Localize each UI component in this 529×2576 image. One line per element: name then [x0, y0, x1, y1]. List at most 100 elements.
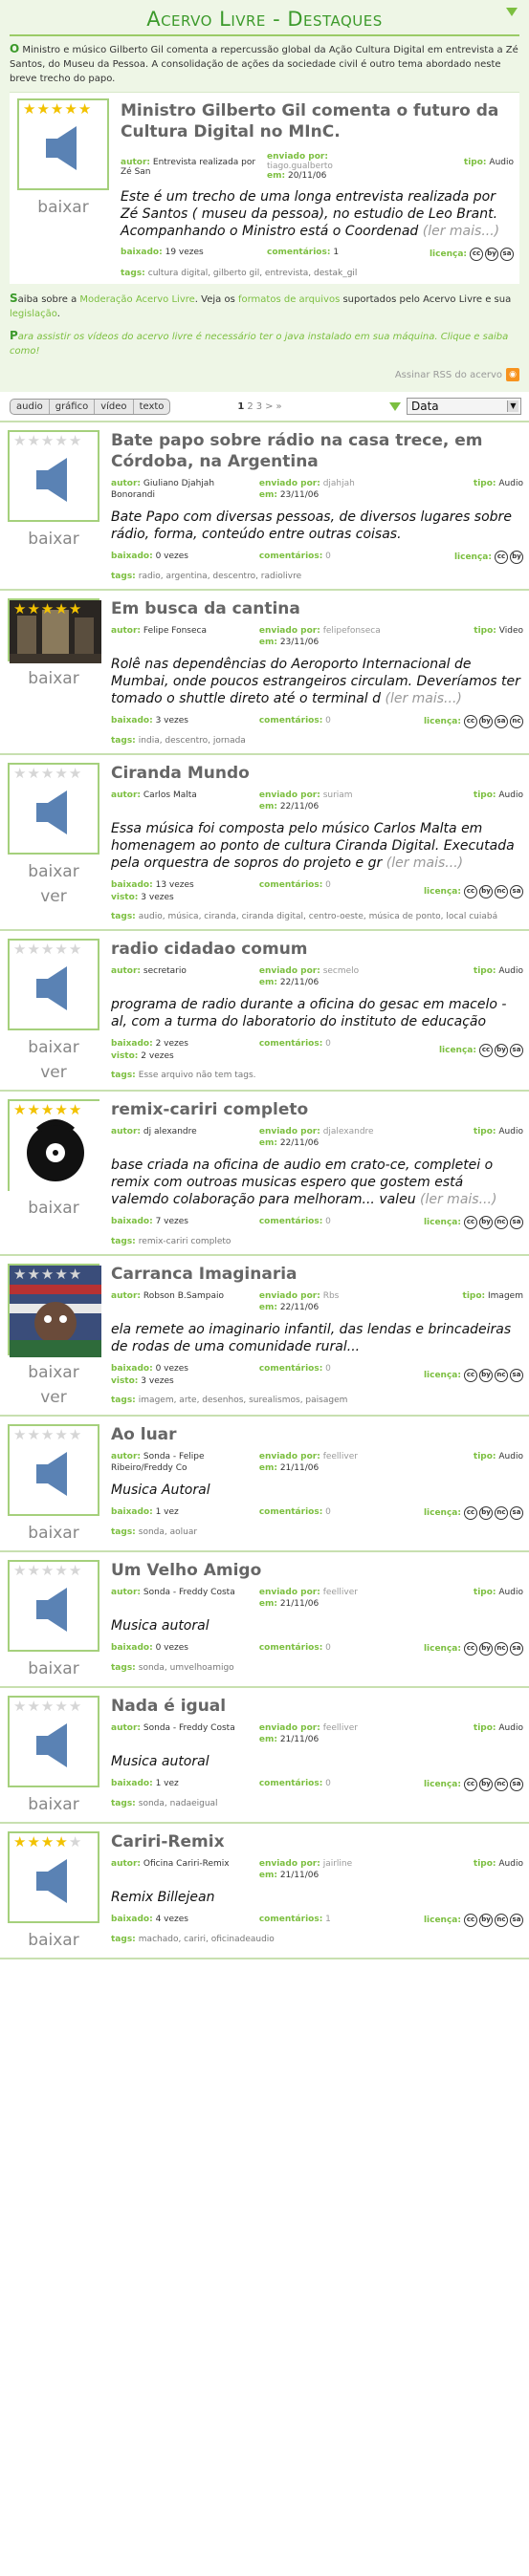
- sort-direction-icon[interactable]: [389, 401, 401, 411]
- star-icon[interactable]: ★: [41, 1564, 54, 1578]
- rating-stars[interactable]: ★ ★ ★ ★ ★: [13, 942, 81, 957]
- star-icon[interactable]: ★: [27, 1564, 39, 1578]
- page-1[interactable]: 1: [237, 401, 244, 412]
- tags-list[interactable]: audio, música, ciranda, ciranda digital,…: [139, 912, 497, 921]
- star-icon[interactable]: ★: [27, 1103, 39, 1117]
- featured-thumbnail[interactable]: ★ ★ ★ ★ ★: [17, 98, 109, 190]
- moderation-link[interactable]: Moderação Acervo Livre: [79, 294, 194, 305]
- rating-stars[interactable]: ★ ★ ★ ★ ★: [13, 1428, 81, 1442]
- star-icon[interactable]: ★: [69, 767, 81, 781]
- tags-list[interactable]: sonda, umvelhoamigo: [139, 1663, 234, 1673]
- star-icon[interactable]: ★: [41, 1428, 54, 1442]
- read-more-link[interactable]: (ler mais...): [386, 855, 463, 871]
- license-badges[interactable]: cc by sa: [478, 1044, 523, 1057]
- author-value[interactable]: secretario: [143, 966, 187, 976]
- star-icon[interactable]: ★: [69, 1267, 81, 1282]
- next-page[interactable]: >: [265, 401, 273, 412]
- sender-value[interactable]: djahjah: [323, 479, 355, 488]
- comments-count[interactable]: 0: [325, 552, 331, 561]
- download-link[interactable]: baixar: [4, 1659, 103, 1678]
- author-value[interactable]: Sonda - Freddy Costa: [143, 1723, 235, 1733]
- tags-list[interactable]: imagem, arte, desenhos, surealismos, pai…: [139, 1396, 348, 1405]
- download-link[interactable]: baixar: [4, 1199, 103, 1218]
- page-2[interactable]: 2: [247, 401, 253, 412]
- item-thumbnail[interactable]: ★ ★ ★ ★ ★: [8, 1264, 101, 1357]
- license-badges[interactable]: cc by nc sa: [463, 1914, 523, 1927]
- rating-stars[interactable]: ★ ★ ★ ★ ★: [13, 1835, 81, 1850]
- comments-count[interactable]: 0: [325, 1643, 331, 1653]
- star-icon[interactable]: ★: [55, 767, 67, 781]
- star-icon[interactable]: ★: [27, 942, 39, 957]
- read-more-link[interactable]: (ler mais...): [423, 224, 499, 239]
- rss-icon[interactable]: ◉: [506, 368, 519, 381]
- item-title[interactable]: Ao luar: [111, 1424, 523, 1445]
- star-icon[interactable]: ★: [69, 1699, 81, 1714]
- item-title[interactable]: Um Velho Amigo: [111, 1560, 523, 1581]
- license-badges[interactable]: cc by nc sa: [463, 1642, 523, 1656]
- sender-value[interactable]: tiago.gualberto: [267, 162, 408, 171]
- tags-list[interactable]: sonda, nadaeigual: [139, 1799, 218, 1808]
- comments-count[interactable]: 0: [325, 1779, 331, 1788]
- star-icon[interactable]: ★: [51, 102, 63, 117]
- item-title[interactable]: Nada é igual: [111, 1696, 523, 1717]
- tags-list[interactable]: remix-cariri completo: [139, 1237, 231, 1246]
- star-icon[interactable]: ★: [69, 1835, 81, 1850]
- view-link[interactable]: ver: [4, 1063, 103, 1082]
- view-link[interactable]: ver: [4, 1388, 103, 1407]
- sender-value[interactable]: Rbs: [323, 1291, 340, 1301]
- license-badges[interactable]: cc by: [494, 551, 523, 564]
- item-thumbnail[interactable]: ★ ★ ★ ★ ★: [8, 763, 99, 855]
- item-thumbnail[interactable]: ★ ★ ★ ★ ★: [8, 430, 99, 522]
- comments-count[interactable]: 0: [325, 1217, 331, 1226]
- item-thumbnail[interactable]: ★ ★ ★ ★ ★: [8, 598, 101, 663]
- rating-stars[interactable]: ★ ★ ★ ★ ★: [13, 602, 81, 617]
- sender-value[interactable]: secmelo: [323, 966, 360, 976]
- comments-count[interactable]: 0: [325, 1364, 331, 1374]
- download-link[interactable]: baixar: [4, 1795, 103, 1814]
- author-value[interactable]: Felipe Fonseca: [143, 626, 207, 636]
- item-title[interactable]: Carranca Imaginaria: [111, 1264, 523, 1285]
- item-title[interactable]: radio cidadao comum: [111, 939, 523, 960]
- star-icon[interactable]: ★: [13, 1267, 26, 1282]
- tab-text[interactable]: texto: [134, 400, 170, 414]
- tags-list[interactable]: india, descentro, jornada: [139, 736, 246, 746]
- star-icon[interactable]: ★: [41, 1267, 54, 1282]
- star-icon[interactable]: ★: [41, 1835, 54, 1850]
- last-page[interactable]: »: [276, 401, 282, 412]
- star-icon[interactable]: ★: [69, 1428, 81, 1442]
- license-badges[interactable]: cc by sa nc: [463, 715, 523, 728]
- sender-value[interactable]: feelliver: [323, 1723, 358, 1733]
- license-badges[interactable]: cc by nc sa: [463, 885, 523, 898]
- star-icon[interactable]: ★: [27, 1428, 39, 1442]
- java-note[interactable]: Para assistir os vídeos do acervo livre …: [10, 329, 519, 358]
- rating-stars[interactable]: ★ ★ ★ ★ ★: [13, 1103, 81, 1117]
- star-icon[interactable]: ★: [55, 942, 67, 957]
- download-link[interactable]: baixar: [4, 1038, 103, 1057]
- star-icon[interactable]: ★: [27, 1835, 39, 1850]
- sort-select[interactable]: Data ▼: [407, 398, 521, 415]
- tags-list[interactable]: Esse arquivo não tem tags.: [139, 1071, 256, 1080]
- item-title[interactable]: Ciranda Mundo: [111, 763, 523, 784]
- sender-value[interactable]: feelliver: [323, 1452, 358, 1461]
- sender-value[interactable]: suriam: [323, 790, 353, 800]
- page-3[interactable]: 3: [256, 401, 262, 412]
- star-icon[interactable]: ★: [41, 1699, 54, 1714]
- comments-count[interactable]: 1: [333, 248, 339, 257]
- legislation-link[interactable]: legislação: [10, 309, 57, 319]
- item-thumbnail[interactable]: ★ ★ ★ ★ ★: [8, 1099, 101, 1193]
- star-icon[interactable]: ★: [13, 434, 26, 448]
- star-icon[interactable]: ★: [13, 767, 26, 781]
- rating-stars[interactable]: ★ ★ ★ ★ ★: [13, 1564, 81, 1578]
- star-icon[interactable]: ★: [27, 434, 39, 448]
- item-title[interactable]: Em busca da cantina: [111, 598, 523, 619]
- download-link[interactable]: baixar: [4, 530, 103, 549]
- star-icon[interactable]: ★: [55, 1428, 67, 1442]
- view-link[interactable]: ver: [4, 887, 103, 906]
- star-icon[interactable]: ★: [13, 1835, 26, 1850]
- item-thumbnail[interactable]: ★ ★ ★ ★ ★: [8, 1560, 99, 1652]
- rating-stars[interactable]: ★ ★ ★ ★ ★: [13, 767, 81, 781]
- item-title[interactable]: remix-cariri completo: [111, 1099, 523, 1120]
- sender-value[interactable]: djalexandre: [323, 1127, 374, 1136]
- star-icon[interactable]: ★: [23, 102, 35, 117]
- star-icon[interactable]: ★: [41, 602, 54, 617]
